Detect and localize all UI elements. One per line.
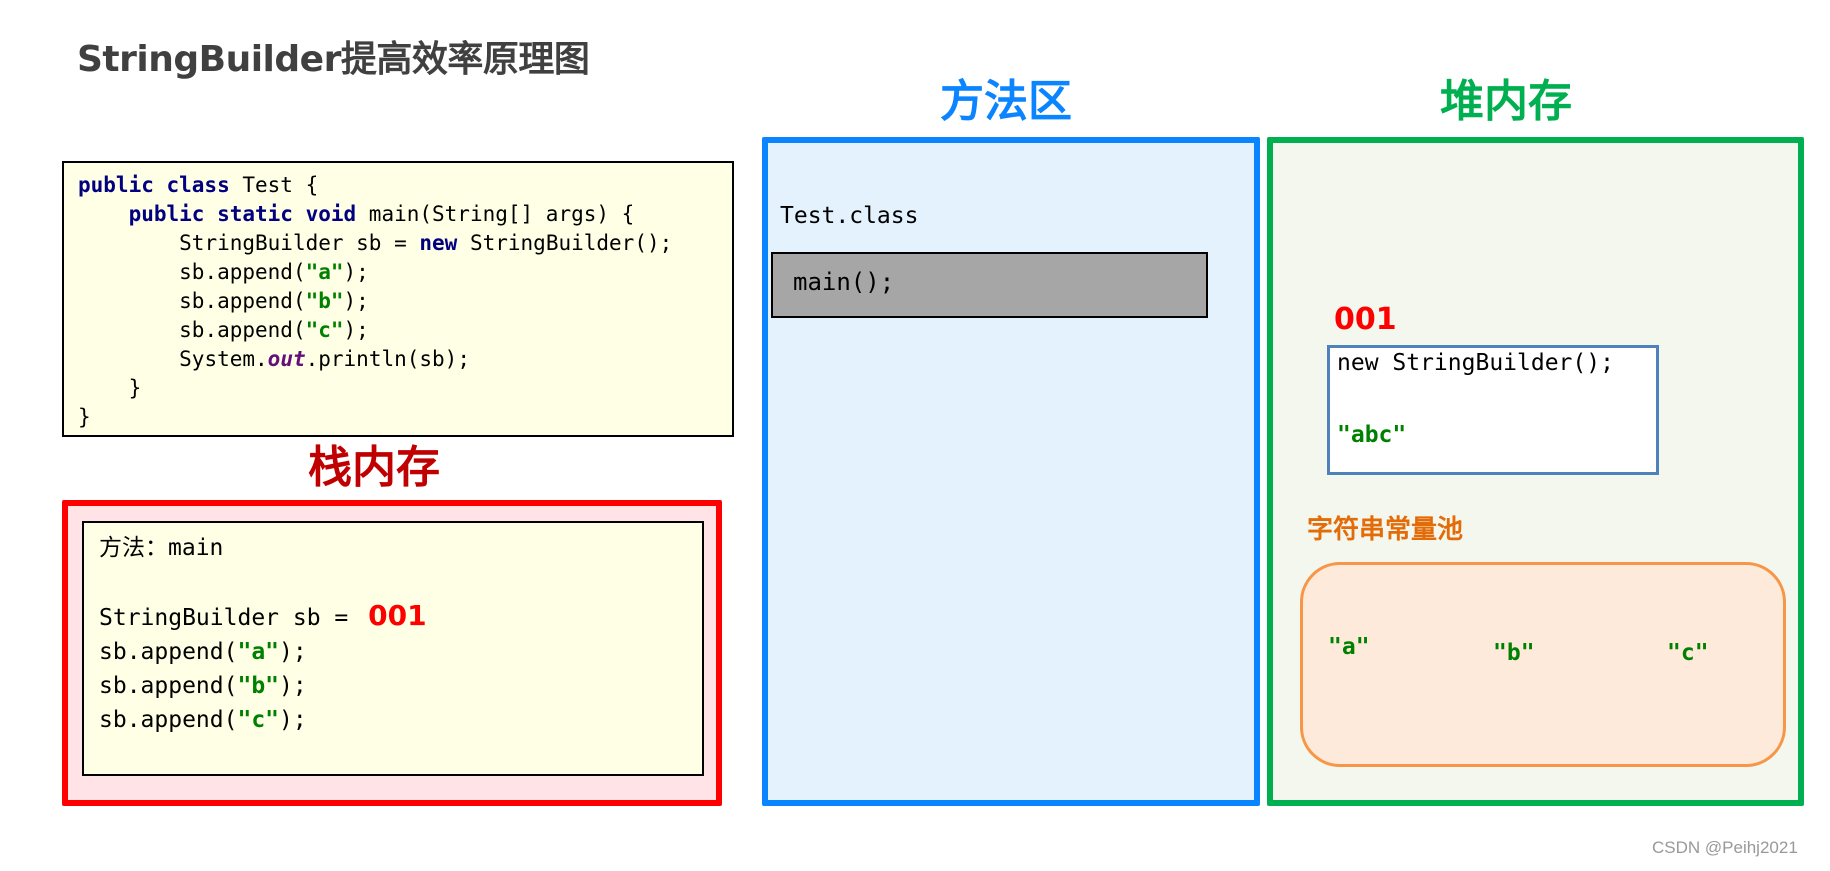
stack-append-call: sb.append("b");	[99, 669, 702, 703]
code-line: System.out.println(sb);	[78, 345, 732, 374]
stack-sb-declaration: StringBuilder sb = 001	[99, 599, 702, 635]
string-pool-label: 字符串常量池	[1307, 515, 1464, 545]
code-string-literal: "b"	[305, 289, 344, 313]
code-text: sb.append(	[179, 318, 306, 342]
stack-reference-value: 001	[368, 599, 427, 632]
code-field: out	[267, 347, 306, 371]
code-line: sb.append("b");	[78, 287, 732, 316]
call-prefix: sb.append(	[99, 707, 238, 733]
code-text: );	[343, 289, 369, 313]
code-text: }	[78, 405, 91, 429]
stringbuilder-object: new StringBuilder(); "abc"	[1327, 345, 1659, 475]
object-constructor-text: new StringBuilder();	[1337, 350, 1614, 376]
code-string-literal: "a"	[305, 260, 344, 284]
code-line: public class Test {	[78, 171, 732, 200]
code-text: System.	[179, 347, 268, 371]
call-suffix: );	[279, 639, 307, 665]
code-text: sb.append(	[179, 260, 306, 284]
watermark: CSDN @Peihj2021	[1652, 838, 1798, 857]
main-method-block: main();	[771, 252, 1208, 318]
code-line: }	[78, 403, 732, 432]
call-suffix: );	[279, 707, 307, 733]
call-arg: "c"	[237, 707, 280, 733]
call-prefix: sb.append(	[99, 639, 238, 665]
method-area-region	[762, 137, 1260, 806]
code-line: public static void main(String[] args) {	[78, 200, 732, 229]
code-text: Test {	[229, 173, 319, 197]
call-arg: "a"	[237, 639, 280, 665]
stack-append-call: sb.append("c");	[99, 703, 702, 737]
heap-memory-title: 堆内存	[1440, 76, 1572, 127]
stack-declaration-text: StringBuilder sb =	[99, 605, 363, 631]
pool-string-b: "b"	[1493, 640, 1535, 666]
call-prefix: sb.append(	[99, 673, 238, 699]
code-text: main(String[] args) {	[356, 202, 635, 226]
code-string-literal: "c"	[305, 318, 344, 342]
stack-append-call: sb.append("a");	[99, 635, 702, 669]
string-constant-pool	[1300, 562, 1786, 767]
code-text: .println(sb);	[305, 347, 470, 371]
code-text: );	[343, 260, 369, 284]
code-keyword: new	[419, 231, 458, 255]
stack-frame-method-label: 方法：main	[99, 535, 224, 561]
call-suffix: );	[279, 673, 307, 699]
code-line: }	[78, 374, 732, 403]
code-keyword: public static void	[128, 202, 357, 226]
code-text: );	[343, 318, 369, 342]
code-line: sb.append("a");	[78, 258, 732, 287]
pool-string-c: "c"	[1667, 640, 1709, 666]
method-area-title: 方法区	[940, 76, 1072, 127]
heap-object-address: 001	[1334, 302, 1397, 337]
code-line: StringBuilder sb = new StringBuilder();	[78, 229, 732, 258]
call-arg: "b"	[237, 673, 280, 699]
source-code-block: public class Test { public static void m…	[62, 161, 734, 437]
stack-memory-title: 栈内存	[308, 442, 440, 493]
code-keyword: public class	[78, 173, 230, 197]
object-value-text: "abc"	[1337, 422, 1407, 448]
pool-string-a: "a"	[1328, 634, 1370, 660]
code-text: StringBuilder();	[457, 231, 673, 255]
page-title: StringBuilder提高效率原理图	[77, 39, 590, 80]
code-text: StringBuilder sb =	[179, 231, 420, 255]
code-line: sb.append("c");	[78, 316, 732, 345]
class-file-label: Test.class	[780, 203, 919, 229]
code-text: }	[128, 376, 142, 400]
stack-frame-main: 方法：main StringBuilder sb = 001 sb.append…	[82, 521, 704, 776]
code-text: sb.append(	[179, 289, 306, 313]
